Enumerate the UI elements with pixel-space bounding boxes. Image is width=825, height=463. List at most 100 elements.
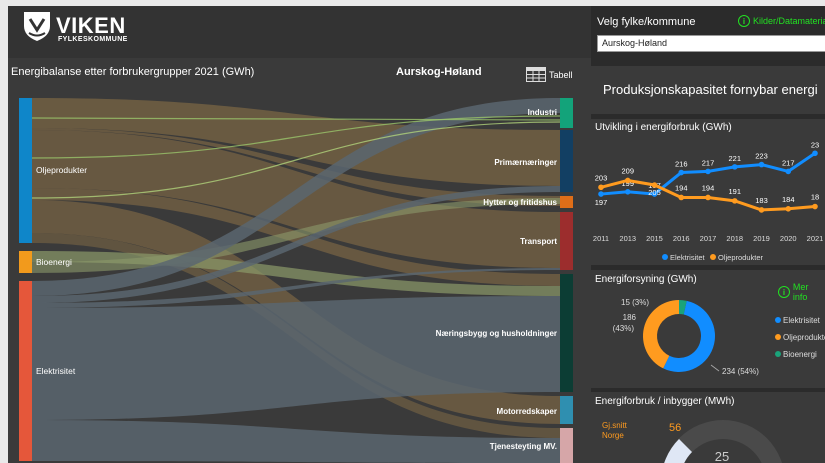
legend-label-bioenergi: Bioenergi: [783, 350, 817, 359]
header-bar: VIKEN FYLKESKOMMUNE: [8, 6, 591, 58]
data-label: 194: [675, 183, 688, 192]
data-label: 197: [595, 198, 608, 207]
data-point-oljeprodukter[interactable]: [731, 198, 738, 204]
node-label-naeringsbygg: Næringsbygg og husholdninger: [436, 329, 557, 338]
x-tick-label: 2017: [700, 234, 717, 243]
data-point-oljeprodukter[interactable]: [678, 194, 685, 201]
logo-subtitle: FYLKESKOMMUNE: [58, 36, 128, 43]
avg-label-line2: Norge: [602, 431, 624, 440]
slice-label-elektrisitet: 234 (54%): [722, 367, 759, 376]
legend-label-elektrisitet: Elektrisitet: [670, 253, 706, 262]
node-label-transport: Transport: [520, 237, 557, 246]
data-label: 217: [782, 158, 795, 167]
data-point-elektrisitet[interactable]: [705, 168, 711, 175]
node-bioenergi[interactable]: [19, 251, 32, 273]
x-tick-label: 2013: [619, 234, 636, 243]
x-tick-label: 2020: [780, 234, 797, 243]
x-tick-label: 2021: [807, 234, 824, 243]
right-panel: Velg fylke/kommune i Kilder/Datamateria …: [591, 6, 825, 463]
data-point-elektrisitet[interactable]: [785, 168, 792, 175]
viken-shield-icon: [24, 12, 50, 41]
sources-link[interactable]: i Kilder/Datamateria: [738, 15, 825, 27]
data-label: 183: [755, 196, 768, 205]
data-label: 205: [648, 188, 661, 197]
data-point-elektrisitet[interactable]: [598, 191, 604, 197]
supply-donut-chart: 15 (3%) 186 (43%) 234 (54%) Elektrisitet…: [613, 298, 825, 376]
legend-label-elektrisitet: Elektrisitet: [783, 316, 821, 325]
data-label: 217: [702, 158, 715, 167]
municipality-select-value: Aurskog-Høland: [602, 38, 668, 48]
data-point-oljeprodukter[interactable]: [812, 203, 818, 210]
legend-label-oljeprodukter: Oljeprodukter: [783, 333, 825, 342]
data-point-oljeprodukter[interactable]: [598, 184, 604, 191]
sankey-panel: Energibalanse etter forbrukergrupper 202…: [8, 58, 591, 463]
data-label: 203: [595, 173, 608, 182]
data-point-elektrisitet[interactable]: [678, 169, 685, 176]
node-label-elektrisitet: Elektrisitet: [36, 366, 76, 376]
slice-label-oljeprodukter-value: 186: [623, 313, 637, 322]
data-point-elektrisitet[interactable]: [731, 164, 738, 170]
data-point-oljeprodukter[interactable]: [785, 206, 792, 212]
node-label-tjenesteyting: Tjenesteyting MV.: [490, 442, 557, 451]
slice-label-oljeprodukter-pct: (43%): [613, 324, 635, 333]
data-point-elektrisitet[interactable]: [624, 189, 631, 195]
sources-link-label: Kilder/Datamateria: [753, 16, 825, 26]
node-label-oljeprodukter: Oljeprodukter: [36, 165, 87, 175]
x-tick-label: 2018: [726, 234, 743, 243]
node-oljeprodukter[interactable]: [19, 98, 32, 243]
data-label: 221: [728, 154, 741, 163]
node-label-primaernaeringer: Primærnæringer: [494, 158, 557, 167]
data-label: 23: [811, 140, 819, 149]
legend-dot-bioenergi: [775, 351, 781, 357]
trend-card: Utvikling i energiforbruk (GWh) 2011 2013…: [591, 119, 825, 265]
gauge-value: 25: [715, 449, 729, 463]
production-card[interactable]: Produksjonskapasitet fornybar energi: [591, 66, 825, 114]
legend-label-oljeprodukter: Oljeprodukter: [718, 253, 764, 262]
percapita-card: Energiforbruk / inbygger (MWh) Gj.snitt …: [591, 392, 825, 463]
trend-chart: 2011 2013 2015 2016 2017 2018 2019 2020 2021 197 1…: [593, 140, 824, 262]
slice-leader-line: [710, 364, 720, 372]
data-label: 216: [675, 160, 688, 169]
data-label: 223: [755, 152, 768, 161]
data-point-oljeprodukter[interactable]: [705, 194, 711, 201]
legend-dot-elektrisitet: [662, 254, 668, 260]
node-primaernaeringer[interactable]: [560, 130, 573, 192]
slice-label-bioenergi: 15 (3%): [621, 298, 649, 307]
x-tick-label: 2011: [593, 234, 609, 243]
data-label: 209: [621, 166, 634, 175]
x-tick-label: 2019: [753, 234, 770, 243]
node-industri[interactable]: [560, 98, 573, 128]
data-point-oljeprodukter[interactable]: [624, 177, 631, 184]
info-icon: i: [738, 15, 750, 27]
filter-label: Velg fylke/kommune: [597, 16, 696, 28]
viken-logo: VIKEN FYLKESKOMMUNE: [22, 10, 127, 47]
node-hytter[interactable]: [560, 196, 573, 208]
node-naeringsbygg[interactable]: [560, 274, 573, 392]
node-label-bioenergi: Bioenergi: [36, 257, 72, 267]
sankey-diagram: Oljeprodukter Bioenergi Elektrisitet Ind…: [19, 98, 573, 463]
node-label-motorredskaper: Motorredskaper: [497, 407, 557, 416]
data-point-elektrisitet[interactable]: [758, 161, 765, 168]
data-point-oljeprodukter[interactable]: [651, 182, 658, 188]
node-elektrisitet[interactable]: [19, 281, 32, 461]
legend-dot-oljeprodukter: [710, 254, 716, 260]
legend-dot-elektrisitet: [775, 317, 781, 323]
node-tjenesteyting[interactable]: [560, 428, 573, 463]
x-tick-label: 2016: [673, 234, 690, 243]
node-label-industri: Industri: [528, 108, 557, 117]
legend-dot-oljeprodukter: [775, 334, 781, 340]
node-motorredskaper[interactable]: [560, 396, 573, 424]
data-label: 184: [782, 195, 795, 204]
production-title: Produksjonskapasitet fornybar energi: [603, 82, 818, 97]
dashboard: VIKEN FYLKESKOMMUNE Energibalanse etter …: [8, 6, 825, 463]
avg-value: 56: [669, 422, 681, 434]
data-label: 194: [702, 183, 715, 192]
node-label-hytter: Hytter og fritidshus: [483, 198, 557, 207]
percapita-gauge: Gj.snitt Norge 56 25: [602, 420, 783, 463]
data-point-oljeprodukter[interactable]: [758, 207, 765, 213]
data-label: 18: [811, 193, 819, 202]
data-point-elektrisitet[interactable]: [812, 150, 818, 157]
data-label: 191: [728, 187, 741, 196]
municipality-select[interactable]: Aurskog-Høland: [597, 35, 825, 52]
node-transport[interactable]: [560, 212, 573, 270]
